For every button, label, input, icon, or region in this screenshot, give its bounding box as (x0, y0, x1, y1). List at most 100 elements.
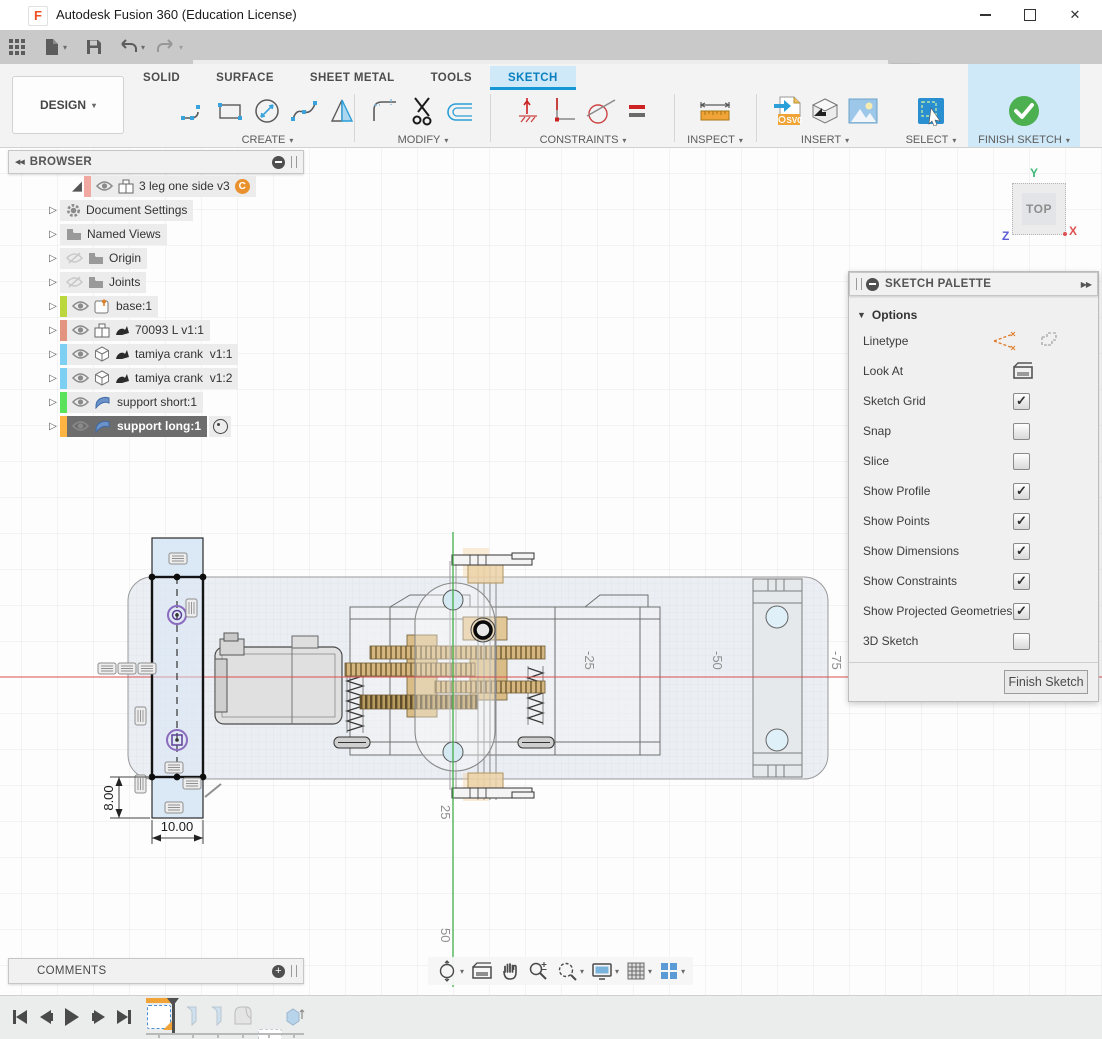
expander-icon[interactable]: ▷ (46, 421, 60, 432)
modify-trim-icon[interactable] (409, 96, 437, 126)
look-at-button[interactable] (471, 962, 493, 980)
panel-drag-handle[interactable] (856, 278, 862, 290)
expand-panel-icon[interactable]: ▶▶ (1081, 280, 1091, 289)
maximize-button[interactable] (1008, 0, 1052, 30)
show-constraints-checkbox[interactable] (1013, 573, 1030, 590)
minimize-panel-icon[interactable] (272, 156, 285, 169)
insert-svg-icon[interactable]: SVG (772, 95, 802, 127)
create-rectangle-icon[interactable] (216, 97, 244, 125)
create-circle-icon[interactable] (252, 96, 282, 126)
view-cube[interactable]: TOP (1012, 183, 1066, 235)
file-menu-button[interactable]: ▾ (44, 33, 67, 61)
create-dropdown[interactable]: CREATE▾ (242, 134, 294, 146)
finish-sketch-button[interactable]: Finish Sketch (1004, 670, 1088, 694)
browser-row-origin[interactable]: ▷ Origin (8, 246, 304, 270)
browser-header[interactable]: ◀◀ BROWSER (8, 150, 304, 174)
browser-row-support-short[interactable]: ▷ support short:1 (8, 390, 304, 414)
timeline-track[interactable] (146, 1033, 304, 1035)
minimize-panel-icon[interactable] (866, 278, 879, 291)
browser-row-joints[interactable]: ▷ Joints (8, 270, 304, 294)
browser-row-tamiya-crank-2[interactable]: ▷ tamiya crank v1:2 (8, 366, 304, 390)
show-dimensions-checkbox[interactable] (1013, 543, 1030, 560)
finish-sketch-icon[interactable] (1007, 94, 1041, 128)
visibility-eye-icon[interactable] (72, 372, 89, 384)
sketch-grid-checkbox[interactable] (1013, 393, 1030, 410)
timeline-step-forward-button[interactable] (86, 1005, 110, 1029)
undo-button[interactable]: ▾ (118, 33, 145, 61)
options-section-header[interactable]: ▼ Options (849, 300, 1098, 326)
create-line-icon[interactable] (180, 97, 208, 125)
timeline-feature-form[interactable] (232, 1005, 254, 1027)
timeline-feature-sketch-active[interactable] (147, 1005, 171, 1029)
visibility-off-eye-icon[interactable] (66, 252, 83, 264)
tab-sheet-metal[interactable]: SHEET METAL (292, 66, 413, 90)
snap-checkbox[interactable] (1013, 423, 1030, 440)
display-settings-button[interactable]: ▾ (591, 962, 619, 981)
browser-row-support-long[interactable]: ▷ support long:1 (8, 414, 304, 438)
minimize-button[interactable] (963, 0, 1007, 30)
visibility-off-eye-icon[interactable] (66, 276, 83, 288)
projected-geometry-icon[interactable] (1038, 331, 1060, 351)
tab-tools[interactable]: TOOLS (413, 66, 490, 90)
right-bracket-body[interactable] (753, 579, 802, 777)
workspace-selector[interactable]: DESIGN ▾ (12, 76, 124, 134)
viewports-button[interactable]: ▾ (659, 961, 685, 981)
comments-header[interactable]: COMMENTS + (8, 958, 304, 984)
modify-dropdown[interactable]: MODIFY▾ (398, 134, 449, 146)
browser-row-base[interactable]: ▷ base:1 (8, 294, 304, 318)
fit-zoom-window-button[interactable]: ▾ (556, 960, 584, 982)
constraint-tangent-icon[interactable] (585, 96, 617, 126)
visibility-eye-icon[interactable] (96, 180, 113, 192)
expander-icon[interactable]: ▷ (46, 349, 60, 360)
select-icon[interactable] (916, 96, 946, 126)
expander-icon[interactable]: ▷ (46, 301, 60, 312)
timeline-feature-fillet-2[interactable] (207, 1005, 229, 1027)
browser-row-named-views[interactable]: ▷ Named Views (8, 222, 304, 246)
visibility-eye-icon[interactable] (72, 420, 89, 432)
insert-dropdown[interactable]: INSERT▾ (801, 134, 849, 146)
view-cube-face-top[interactable]: TOP (1022, 193, 1056, 225)
tab-sketch[interactable]: SKETCH (490, 66, 576, 90)
sketch-palette-header[interactable]: SKETCH PALETTE ▶▶ (849, 272, 1098, 296)
expander-icon[interactable]: ▷ (46, 253, 60, 264)
create-spline-icon[interactable] (290, 97, 320, 125)
sketch-profile-support-long[interactable] (149, 538, 207, 818)
modify-fillet-icon[interactable] (371, 97, 401, 125)
constraint-vertical-icon[interactable] (517, 96, 543, 126)
motor-body[interactable] (215, 633, 342, 724)
timeline-playhead[interactable] (172, 998, 175, 1034)
expander-icon[interactable]: ▷ (46, 205, 60, 216)
inspect-measure-icon[interactable] (698, 97, 732, 125)
insert-mesh-icon[interactable] (810, 96, 840, 126)
show-profile-checkbox[interactable] (1013, 483, 1030, 500)
panel-drag-handle[interactable] (291, 965, 297, 977)
visibility-eye-icon[interactable] (72, 300, 89, 312)
collapse-panel-icon[interactable]: ◀◀ (15, 158, 24, 166)
3d-sketch-checkbox[interactable] (1013, 633, 1030, 650)
timeline-go-to-end-button[interactable] (112, 1005, 136, 1029)
tab-surface[interactable]: SURFACE (198, 66, 292, 90)
activate-component-radio[interactable] (209, 416, 231, 437)
browser-row-root[interactable]: ◢ 3 leg one side v3 C (8, 174, 304, 198)
orbit-button[interactable]: ▾ (436, 960, 464, 982)
visibility-eye-icon[interactable] (72, 396, 89, 408)
constraint-perpendicular-icon[interactable] (551, 96, 577, 126)
visibility-eye-icon[interactable] (72, 324, 89, 336)
timeline-step-back-button[interactable] (34, 1005, 58, 1029)
expander-icon[interactable]: ▷ (46, 373, 60, 384)
grid-settings-button[interactable]: ▾ (626, 961, 652, 981)
timeline-go-to-start-button[interactable] (8, 1005, 32, 1029)
finish-sketch-dropdown[interactable]: FINISH SKETCH▾ (978, 134, 1070, 146)
expander-icon[interactable]: ▷ (46, 277, 60, 288)
tab-solid[interactable]: SOLID (125, 66, 198, 90)
app-grid-button[interactable] (8, 33, 26, 61)
look-at-icon[interactable] (1012, 362, 1034, 380)
add-comment-icon[interactable]: + (272, 965, 285, 978)
redo-button[interactable]: ▾ (156, 33, 183, 61)
inspect-dropdown[interactable]: INSPECT▾ (687, 134, 743, 146)
save-button[interactable] (86, 33, 102, 61)
timeline-feature-fillet[interactable] (182, 1005, 204, 1027)
browser-row-tamiya-crank-1[interactable]: ▷ tamiya crank v1:1 (8, 342, 304, 366)
visibility-eye-icon[interactable] (72, 348, 89, 360)
select-dropdown[interactable]: SELECT▾ (906, 134, 957, 146)
